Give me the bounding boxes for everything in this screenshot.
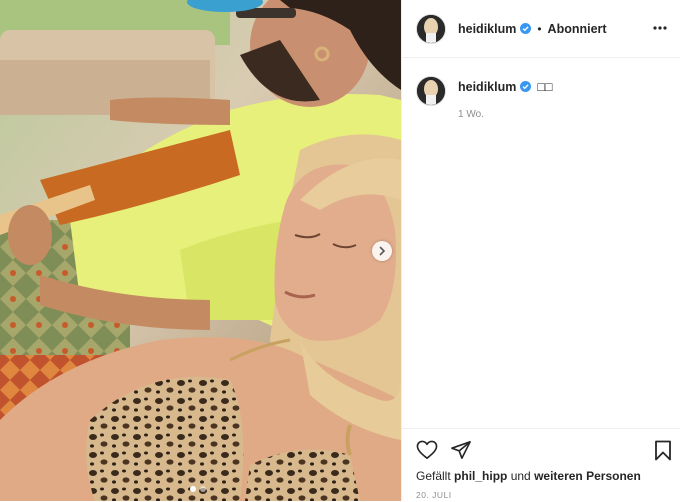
- caption-username[interactable]: heidiklum: [458, 80, 516, 94]
- follow-status-button[interactable]: Abonniert: [548, 22, 607, 36]
- caption-timestamp[interactable]: 1 Wo.: [458, 109, 552, 120]
- caption-comment: heidiklum □□ 1 Wo.: [402, 72, 680, 120]
- instagram-post: heidiklum • Abonniert heidiklum □□ 1 Wo.…: [0, 0, 680, 501]
- avatar-image: [417, 14, 445, 43]
- post-photo[interactable]: [0, 0, 401, 501]
- carousel-dot: [190, 486, 196, 492]
- avatar[interactable]: [416, 76, 446, 106]
- likes-prefix: Gefällt: [416, 469, 451, 483]
- likes-middle: und: [510, 469, 531, 483]
- avatar-image: [417, 77, 445, 105]
- separator-dot: •: [537, 21, 542, 36]
- bookmark-icon: [655, 440, 671, 461]
- post-header: heidiklum • Abonniert: [402, 0, 680, 58]
- avatar[interactable]: [416, 13, 446, 44]
- share-icon: [451, 441, 471, 459]
- more-options-button[interactable]: [650, 20, 670, 36]
- liked-by-username[interactable]: phil_hipp: [454, 469, 507, 483]
- post-side-panel: heidiklum • Abonniert heidiklum □□ 1 Wo.…: [401, 0, 680, 501]
- post-author-username[interactable]: heidiklum: [458, 22, 516, 36]
- carousel-indicator: [190, 486, 206, 492]
- heart-icon: [416, 440, 438, 459]
- likes-summary: Gefällt phil_hipp und weiteren Personen: [416, 469, 641, 483]
- like-button[interactable]: [416, 440, 438, 465]
- caption-body: heidiklum □□ 1 Wo.: [458, 80, 552, 120]
- verified-icon: [520, 23, 532, 34]
- carousel-dot: [200, 486, 206, 492]
- share-button[interactable]: [450, 440, 472, 465]
- chevron-right-icon: [379, 246, 386, 256]
- next-photo-button[interactable]: [372, 241, 392, 261]
- post-actions: Gefällt phil_hipp und weiteren Personen …: [402, 428, 680, 502]
- caption-text: □□: [537, 80, 553, 94]
- verified-icon: [520, 81, 532, 92]
- post-date[interactable]: 20. JULI: [416, 490, 452, 500]
- photo-illustration: [0, 0, 401, 501]
- more-icon: [653, 26, 667, 30]
- likes-others-link[interactable]: weiteren Personen: [534, 469, 641, 483]
- save-button[interactable]: [654, 440, 672, 466]
- caption-line: heidiklum □□: [458, 80, 552, 94]
